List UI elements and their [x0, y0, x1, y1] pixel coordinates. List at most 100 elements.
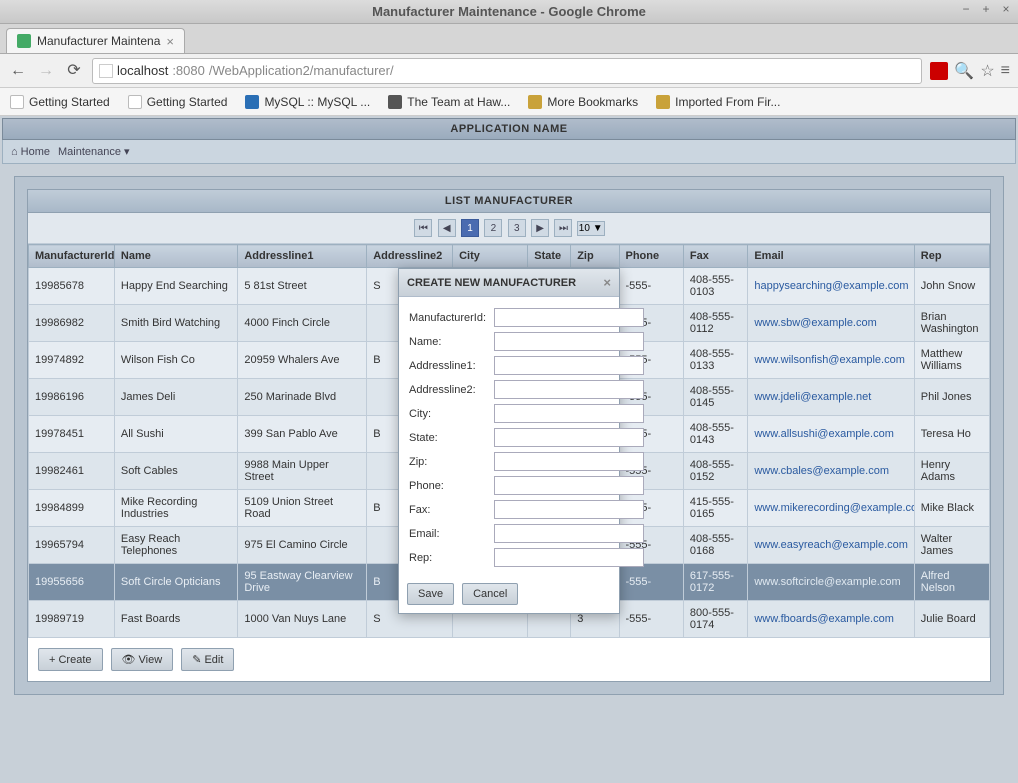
email-link[interactable]: happysearching@example.com: [754, 280, 908, 292]
bookmark-item[interactable]: Getting Started: [128, 95, 228, 109]
tab-close-icon[interactable]: ×: [166, 35, 174, 48]
email-link[interactable]: www.softcircle@example.com: [754, 576, 900, 588]
input-addressline2[interactable]: [494, 380, 644, 399]
close-window-icon[interactable]: ×: [998, 2, 1014, 18]
input-rep[interactable]: [494, 548, 644, 567]
forward-icon[interactable]: →: [36, 61, 56, 81]
cancel-button[interactable]: Cancel: [462, 583, 518, 605]
create-manufacturer-dialog: CREATE NEW MANUFACTURER × ManufacturerId…: [398, 268, 620, 614]
table-cell: Henry Adams: [914, 453, 989, 490]
hamburger-menu-icon[interactable]: ≡: [1001, 62, 1010, 80]
zoom-icon[interactable]: 🔍: [954, 61, 974, 81]
col-addressline1[interactable]: Addressline1: [238, 245, 367, 268]
pager-page-2[interactable]: 2: [484, 219, 502, 237]
col-state[interactable]: State: [528, 245, 571, 268]
breadcrumb-home[interactable]: ⌂ Home: [11, 145, 50, 158]
mysql-icon: [245, 95, 259, 109]
pager-first-icon[interactable]: ⏮: [414, 219, 432, 237]
bookmark-item[interactable]: The Team at Haw...: [388, 95, 510, 109]
input-zip[interactable]: [494, 452, 644, 471]
input-addressline1[interactable]: [494, 356, 644, 375]
table-cell: 20959 Whalers Ave: [238, 342, 367, 379]
table-cell: 19984899: [29, 490, 115, 527]
bookmark-star-icon[interactable]: ☆: [980, 61, 994, 81]
col-addressline2[interactable]: Addressline2: [367, 245, 453, 268]
col-rep[interactable]: Rep: [914, 245, 989, 268]
bookmark-item[interactable]: Getting Started: [10, 95, 110, 109]
table-cell: www.sbw@example.com: [748, 305, 914, 342]
email-link[interactable]: www.mikerecording@example.com: [754, 502, 914, 514]
paginator: ⏮ ◀ 1 2 3 ▶ ⏭ 10 ▼: [28, 213, 990, 244]
url-path: /WebApplication2/manufacturer/: [209, 63, 394, 78]
bookmark-item[interactable]: Imported From Fir...: [656, 95, 780, 109]
pager-next-icon[interactable]: ▶: [531, 219, 549, 237]
email-link[interactable]: www.cbales@example.com: [754, 465, 889, 477]
col-phone[interactable]: Phone: [619, 245, 683, 268]
col-manufacturerid[interactable]: ManufacturerId: [29, 245, 115, 268]
pager-prev-icon[interactable]: ◀: [438, 219, 456, 237]
bookmarks-bar: Getting Started Getting Started MySQL ::…: [0, 88, 1018, 116]
input-fax[interactable]: [494, 500, 644, 519]
pager-page-3[interactable]: 3: [508, 219, 526, 237]
pager-rows-select[interactable]: 10 ▼: [577, 221, 605, 236]
col-name[interactable]: Name: [114, 245, 237, 268]
table-cell: www.allsushi@example.com: [748, 416, 914, 453]
pager-last-icon[interactable]: ⏭: [554, 219, 572, 237]
extension-icon[interactable]: [930, 62, 948, 80]
label-addressline1: Addressline1:: [409, 360, 494, 372]
col-zip[interactable]: Zip: [571, 245, 619, 268]
create-button[interactable]: + Create: [38, 648, 103, 671]
table-cell: Matthew Williams: [914, 342, 989, 379]
pager-page-1[interactable]: 1: [461, 219, 479, 237]
url-bar[interactable]: localhost:8080/WebApplication2/manufactu…: [92, 58, 922, 84]
dialog-close-icon[interactable]: ×: [603, 275, 611, 290]
edit-button[interactable]: ✎ Edit: [181, 648, 234, 671]
table-cell: John Snow: [914, 268, 989, 305]
bookmark-item[interactable]: More Bookmarks: [528, 95, 638, 109]
col-fax[interactable]: Fax: [683, 245, 747, 268]
bookmark-item[interactable]: MySQL :: MySQL ...: [245, 95, 370, 109]
email-link[interactable]: www.easyreach@example.com: [754, 539, 908, 551]
col-city[interactable]: City: [453, 245, 528, 268]
input-email[interactable]: [494, 524, 644, 543]
table-cell: 399 San Pablo Ave: [238, 416, 367, 453]
col-email[interactable]: Email: [748, 245, 914, 268]
breadcrumb-maintenance[interactable]: Maintenance ▾: [58, 145, 130, 158]
label-rep: Rep:: [409, 552, 494, 564]
favicon-icon: [17, 34, 31, 48]
email-link[interactable]: www.allsushi@example.com: [754, 428, 894, 440]
maximize-icon[interactable]: +: [978, 2, 994, 18]
table-cell: Alfred Nelson: [914, 564, 989, 601]
table-cell: Happy End Searching: [114, 268, 237, 305]
minimize-icon[interactable]: −: [958, 2, 974, 18]
table-cell: 95 Eastway Clearview Drive: [238, 564, 367, 601]
input-city[interactable]: [494, 404, 644, 423]
back-icon[interactable]: ←: [8, 61, 28, 81]
input-manufacturerid[interactable]: [494, 308, 644, 327]
table-cell: 408-555-0168: [683, 527, 747, 564]
table-cell: 19985678: [29, 268, 115, 305]
table-cell: Smith Bird Watching: [114, 305, 237, 342]
input-phone[interactable]: [494, 476, 644, 495]
dialog-header[interactable]: CREATE NEW MANUFACTURER ×: [399, 269, 619, 297]
label-state: State:: [409, 432, 494, 444]
label-city: City:: [409, 408, 494, 420]
input-name[interactable]: [494, 332, 644, 351]
table-cell: -555-: [619, 268, 683, 305]
input-state[interactable]: [494, 428, 644, 447]
table-cell: All Sushi: [114, 416, 237, 453]
email-link[interactable]: www.jdeli@example.net: [754, 391, 871, 403]
table-cell: Walter James: [914, 527, 989, 564]
dialog-body: ManufacturerId: Name: Addressline1: Addr…: [399, 297, 619, 578]
view-button[interactable]: 👁 View: [111, 648, 174, 671]
email-link[interactable]: www.sbw@example.com: [754, 317, 876, 329]
email-link[interactable]: www.fboards@example.com: [754, 613, 894, 625]
label-name: Name:: [409, 336, 494, 348]
email-link[interactable]: www.wilsonfish@example.com: [754, 354, 905, 366]
breadcrumb: ⌂ Home Maintenance ▾: [2, 140, 1016, 164]
app-banner: APPLICATION NAME: [2, 118, 1016, 140]
save-button[interactable]: Save: [407, 583, 454, 605]
table-cell: www.softcircle@example.com: [748, 564, 914, 601]
browser-tab[interactable]: Manufacturer Maintena ×: [6, 28, 185, 53]
reload-icon[interactable]: ⟳: [64, 61, 84, 81]
